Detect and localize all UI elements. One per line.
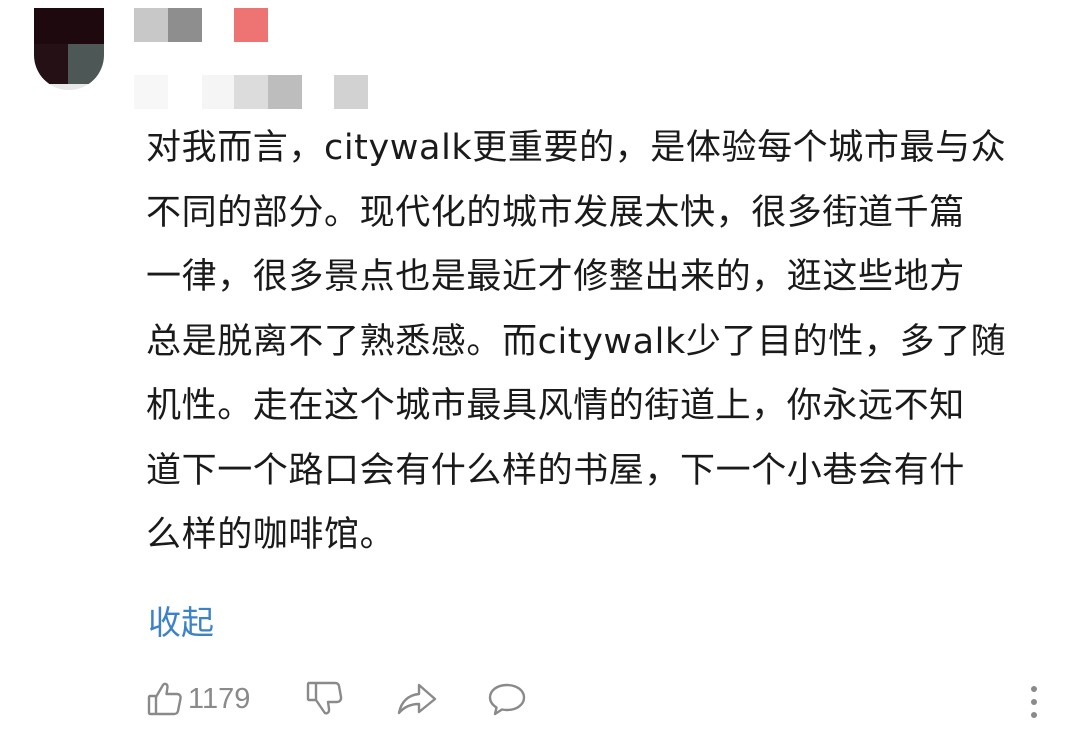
chat-bubble-icon [486,680,528,718]
like-count: 1179 [188,682,251,715]
mosaic-block [134,8,168,42]
share-button[interactable] [396,676,438,722]
avatar-mosaic-tile [34,8,104,44]
reply-button[interactable] [486,676,528,722]
dislike-button[interactable] [305,676,345,722]
more-options-button[interactable] [1022,680,1046,726]
mosaic-block [168,8,202,42]
avatar[interactable] [34,8,104,90]
avatar-mosaic-tile [34,44,68,84]
comment-meta-redacted [134,75,374,109]
vertical-ellipsis-icon [1022,683,1046,723]
mosaic-block [334,75,368,109]
comment-body: 对我而言，citywalk更重要的，是体验每个城市最与众 不同的部分。现代化的城… [146,128,1007,555]
avatar-mosaic-tile [68,44,104,84]
like-button[interactable]: 1179 [146,676,250,722]
mosaic-block [234,75,268,109]
mosaic-block [134,75,168,109]
mosaic-block [234,8,268,42]
avatar-mosaic-tile [34,84,104,90]
mosaic-block [202,75,236,109]
thumbs-down-icon [305,679,345,719]
thumbs-up-icon [146,680,184,718]
share-arrow-icon [396,680,438,718]
collapse-link[interactable]: 收起 [148,596,214,644]
mosaic-block [268,75,302,109]
username-redacted[interactable] [134,8,274,42]
